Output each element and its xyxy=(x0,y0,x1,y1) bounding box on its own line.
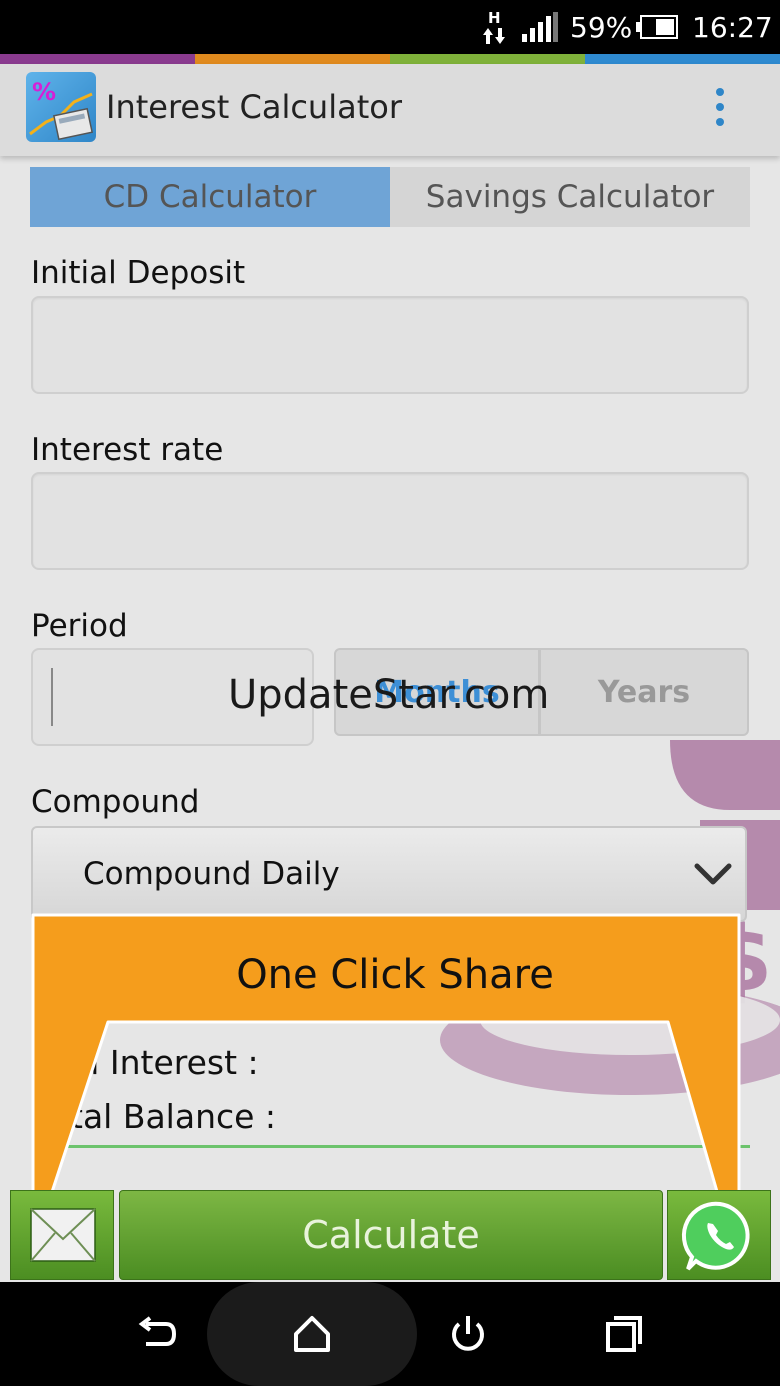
svg-text:%: % xyxy=(32,78,56,106)
interest-rate-input[interactable] xyxy=(31,472,749,570)
network-h-icon: H xyxy=(483,9,505,44)
mail-icon xyxy=(30,1208,96,1262)
percent-calculator-icon: % xyxy=(26,72,96,142)
calculate-button[interactable]: Calculate xyxy=(119,1190,663,1280)
share-callout xyxy=(31,913,741,1197)
compound-selected-value: Compound Daily xyxy=(83,856,340,892)
tab-savings-calculator[interactable]: Savings Calculator xyxy=(390,167,750,227)
whatsapp-icon xyxy=(681,1201,750,1271)
chevron-down-icon xyxy=(694,863,732,885)
power-icon[interactable] xyxy=(442,1308,494,1360)
home-icon[interactable] xyxy=(286,1308,338,1360)
initial-deposit-input[interactable] xyxy=(31,296,749,394)
navigation-bar xyxy=(0,1282,780,1386)
status-bar: H 59% 16:27 xyxy=(0,0,780,54)
watermark: UpdateStar.com xyxy=(228,672,550,718)
calculator-tabs: CD Calculator Savings Calculator xyxy=(30,167,750,227)
initial-deposit-label: Initial Deposit xyxy=(31,255,246,291)
compound-label: Compound xyxy=(31,784,200,820)
clock: 16:27 xyxy=(692,11,773,44)
battery-percent: 59% xyxy=(570,11,633,44)
app-title: Interest Calculator xyxy=(106,88,402,126)
svg-text:H: H xyxy=(488,9,501,27)
period-label: Period xyxy=(31,608,128,644)
interest-rate-label: Interest rate xyxy=(31,432,224,468)
whatsapp-share-button[interactable] xyxy=(667,1190,771,1280)
battery-icon xyxy=(636,15,678,39)
signal-icon xyxy=(522,12,558,42)
recents-icon[interactable] xyxy=(598,1308,650,1360)
mail-share-button[interactable] xyxy=(10,1190,114,1280)
tab-cd-calculator[interactable]: CD Calculator xyxy=(30,167,390,227)
app-bar: % Interest Calculator xyxy=(0,64,780,156)
callout-text: One Click Share xyxy=(236,952,554,998)
color-stripe xyxy=(0,54,780,64)
years-toggle[interactable]: Years xyxy=(539,648,749,736)
more-vert-icon[interactable] xyxy=(700,80,740,136)
back-icon[interactable] xyxy=(130,1308,182,1360)
text-cursor xyxy=(51,668,53,726)
